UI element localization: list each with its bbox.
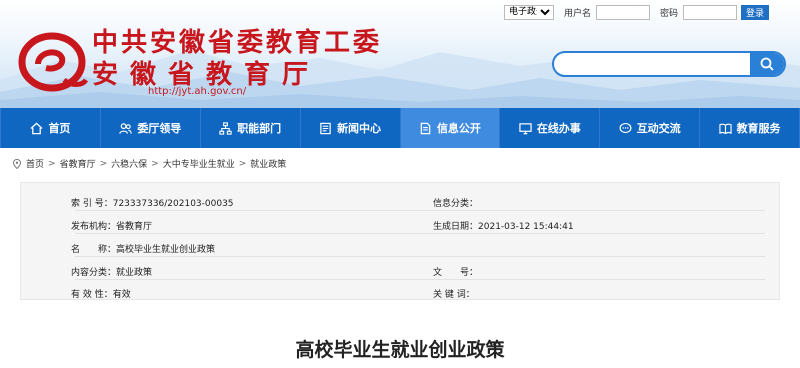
main-nav: 首页 委厅领导 职能部门 新闻中心 信息公开 在线办事 互动交流 教育服务 (0, 108, 800, 148)
info-category-row: 信息分类： (433, 196, 478, 209)
validity-value: 有效 (112, 290, 131, 300)
row-divider (75, 233, 765, 234)
nav-item-label: 新闻中心 (337, 122, 382, 135)
document-number-row: 文 号： (433, 265, 478, 278)
publisher-row: 发布机构：省教育厅 (71, 219, 152, 232)
username-input[interactable] (596, 4, 651, 20)
breadcrumb-separator: > (151, 158, 159, 169)
nav-item-online-services[interactable]: 在线办事 (500, 108, 601, 148)
nav-item-leadership[interactable]: 委厅领导 (101, 108, 201, 148)
row-divider (75, 210, 765, 211)
nav-item-label: 互动交流 (636, 122, 681, 135)
breadcrumb-link-six-stable[interactable]: 六稳六保 (111, 157, 147, 170)
index-number-row: 索 引 号：723337336/202103-00035 (71, 196, 234, 209)
nav-item-home[interactable]: 首页 (0, 108, 101, 148)
search-button[interactable] (750, 53, 784, 75)
login-button[interactable]: 登录 (741, 4, 770, 20)
search-input[interactable] (554, 54, 750, 75)
news-icon (320, 122, 331, 134)
nav-item-label: 信息公开 (436, 122, 481, 135)
monitor-icon (519, 122, 532, 134)
service-select[interactable]: 电子政务 (504, 4, 554, 20)
row-divider (75, 256, 765, 257)
index-number-label: 索 引 号： (71, 199, 113, 209)
name-value: 高校毕业生就业创业政策 (116, 245, 216, 255)
breadcrumb-link-employment-policy[interactable]: 就业政策 (250, 157, 286, 170)
name-label: 名 称： (71, 245, 117, 255)
keywords-row: 关 键 词： (433, 287, 475, 300)
date-label: 生成日期： (433, 222, 479, 232)
nav-item-education-services[interactable]: 教育服务 (700, 108, 800, 148)
nav-item-info-disclosure[interactable]: 信息公开 (400, 108, 501, 148)
nav-item-label: 职能部门 (237, 122, 282, 135)
book-icon (718, 123, 732, 134)
nav-item-news[interactable]: 新闻中心 (301, 108, 401, 148)
site-header: 中共安徽省委教育工委 安徽省教育厅 http://jyt.ah.gov.cn/ … (0, 0, 800, 108)
breadcrumb-separator: > (48, 158, 56, 169)
breadcrumb-separator: > (238, 158, 247, 169)
document-metadata-box: 索 引 号：723337336/202103-00035 信息分类： 发布机构：… (20, 182, 780, 300)
password-label: 密码 (660, 8, 679, 19)
validity-label: 有 效 性： (71, 290, 113, 300)
nav-item-interaction[interactable]: 互动交流 (600, 108, 701, 148)
row-divider (75, 279, 765, 280)
breadcrumb: 首页 > 省教育厅 > 六稳六保 > 大中专毕业生就业 > 就业政策 (12, 157, 286, 170)
info-category-label: 信息分类： (433, 199, 479, 209)
location-pin-icon (12, 158, 22, 169)
breadcrumb-link-graduate-employment[interactable]: 大中专毕业生就业 (163, 157, 235, 170)
keywords-label: 关 键 词： (433, 290, 475, 300)
content-category-value: 就业政策 (116, 268, 153, 278)
nav-item-label: 教育服务 (736, 122, 781, 135)
chat-icon (619, 122, 632, 133)
breadcrumb-separator: > (99, 158, 108, 169)
username-label: 用户名 (564, 8, 592, 19)
nav-item-label: 委厅领导 (137, 122, 182, 135)
document-number-label: 文 号： (433, 268, 479, 278)
publisher-value: 省教育厅 (116, 222, 153, 232)
org-chart-icon (219, 121, 232, 135)
index-number-value: 723337336/202103-00035 (112, 199, 234, 209)
breadcrumb-link-department[interactable]: 省教育厅 (60, 157, 96, 170)
document-icon (420, 122, 431, 134)
publisher-label: 发布机构： (71, 222, 117, 232)
content-category-label: 内容分类： (71, 268, 117, 278)
date-row: 生成日期：2021-03-12 15:44:41 (433, 219, 574, 232)
document-title: 高校毕业生就业创业政策 (295, 339, 505, 361)
nav-item-label: 在线办事 (536, 122, 581, 135)
password-input[interactable] (683, 4, 738, 20)
login-bar: 电子政务 用户名 密码 登录 (504, 4, 770, 20)
search-icon (760, 57, 774, 71)
site-url: http://jyt.ah.gov.cn/ (148, 86, 247, 97)
home-icon (30, 122, 43, 134)
nav-item-departments[interactable]: 职能部门 (201, 108, 301, 148)
emblem-logo-icon (18, 32, 89, 92)
date-value: 2021-03-12 15:44:41 (478, 222, 574, 232)
nav-item-label: 首页 (48, 122, 71, 135)
breadcrumb-link-home[interactable]: 首页 (26, 157, 44, 170)
content-category-row: 内容分类：就业政策 (71, 265, 152, 278)
validity-row: 有 效 性：有效 (71, 287, 131, 300)
name-row: 名 称：高校毕业生就业创业政策 (71, 242, 215, 255)
people-icon (119, 122, 132, 134)
search-box (552, 51, 786, 77)
